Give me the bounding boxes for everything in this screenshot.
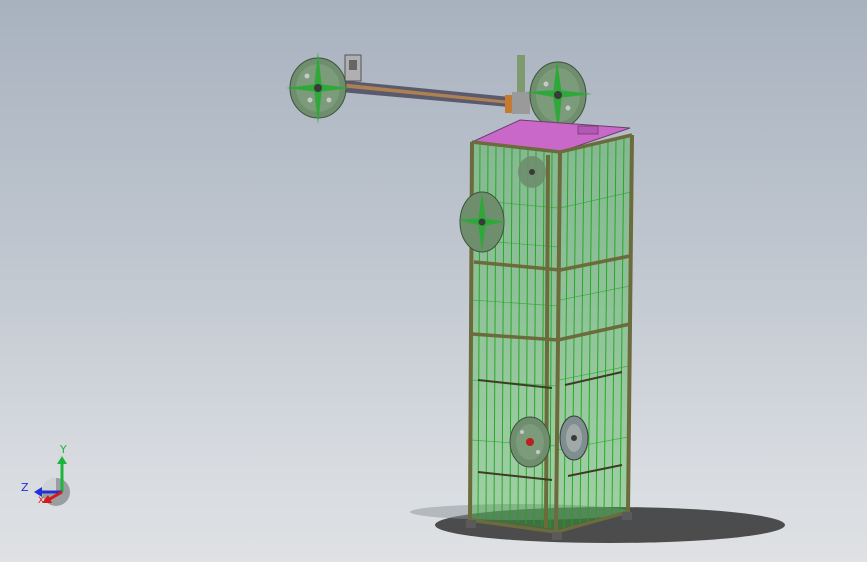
mesh-cabinet[interactable] xyxy=(458,119,634,540)
axis-z-label: Z xyxy=(21,481,29,494)
axis-triad: Y Z X xyxy=(18,440,78,510)
machine-model[interactable] xyxy=(0,0,867,562)
axis-triad-graphic xyxy=(34,456,70,506)
top-plate-slot xyxy=(577,125,599,135)
arm-bracket-slot xyxy=(349,60,357,70)
lower-reel[interactable] xyxy=(509,416,551,468)
left-reel[interactable] xyxy=(286,52,350,124)
lower-spool[interactable] xyxy=(559,415,589,461)
3d-viewport[interactable]: Y Z X xyxy=(0,0,867,562)
axis-y-label: Y xyxy=(60,443,67,456)
inner-reel-upper[interactable] xyxy=(518,156,546,188)
axis-x-label: X xyxy=(38,496,45,506)
arm-clamp xyxy=(512,92,530,114)
top-arm-assembly[interactable] xyxy=(286,52,592,132)
